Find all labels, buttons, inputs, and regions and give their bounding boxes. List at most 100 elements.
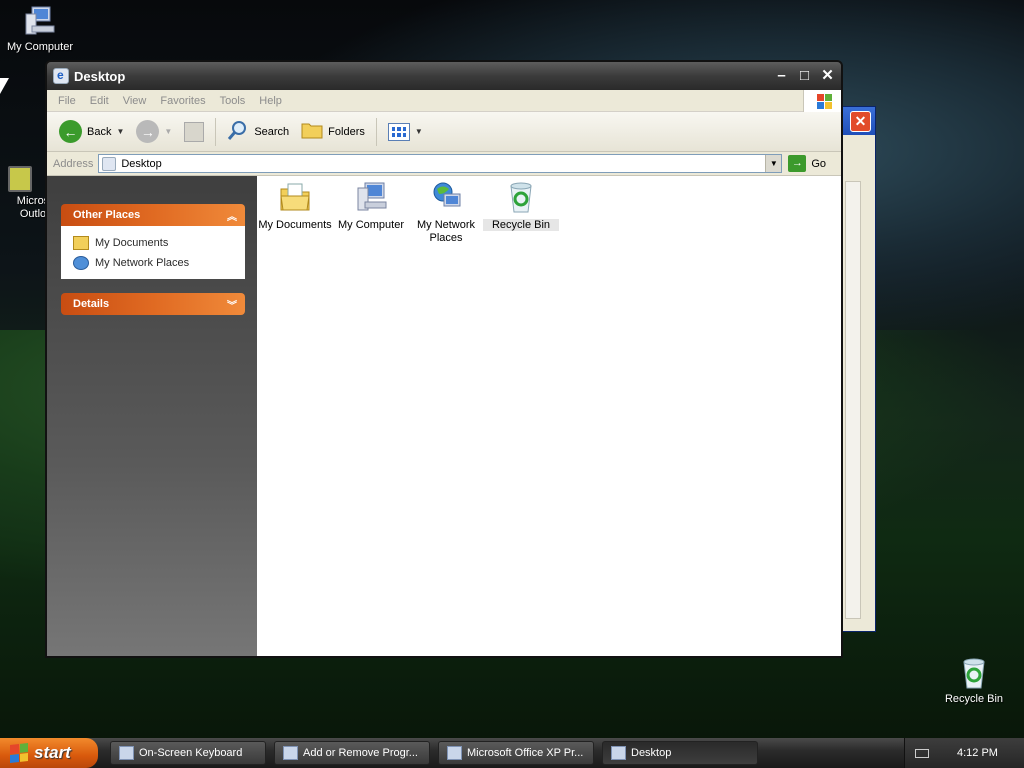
other-places-panel: My Documents My Network Places (61, 226, 245, 279)
views-button[interactable]: ▼ (384, 120, 427, 144)
menu-tools[interactable]: Tools (213, 95, 253, 107)
close-button[interactable]: ✕ (817, 66, 838, 87)
close-icon[interactable]: ✕ (850, 111, 871, 132)
keyboard-icon (119, 746, 134, 760)
desktop-icon-label: Recycle Bin (944, 693, 1004, 705)
system-tray: 4:12 PM (904, 738, 1024, 768)
desktop-icon-label: Micros Outlo (16, 195, 50, 220)
keyboard-tray-icon[interactable] (915, 748, 929, 758)
my-documents-folder-icon (278, 180, 312, 214)
start-label: start (34, 743, 71, 762)
item-my-documents[interactable]: My Documents (257, 180, 333, 231)
computer-icon (23, 4, 57, 38)
task-add-remove-programs[interactable]: Add or Remove Progr... (274, 741, 430, 765)
recycle-bin-icon (504, 180, 538, 214)
item-label: My Network Places (416, 219, 476, 244)
task-label: Desktop (631, 747, 672, 759)
background-window-titlebar[interactable]: ✕ (843, 107, 875, 135)
task-office-xp[interactable]: Microsoft Office XP Pr... (438, 741, 594, 765)
folders-label: Folders (328, 125, 365, 138)
other-places-title: Other Places (73, 209, 141, 221)
menu-file[interactable]: File (51, 95, 83, 107)
search-icon (227, 119, 249, 144)
item-recycle-bin[interactable]: Recycle Bin (483, 180, 559, 231)
background-window[interactable]: ✕ (842, 106, 876, 632)
chevron-up-icon[interactable]: ︽ (227, 208, 237, 223)
menu-edit[interactable]: Edit (83, 95, 116, 107)
address-input[interactable]: Desktop ▼ (98, 154, 783, 173)
views-icon (387, 122, 410, 141)
forward-button[interactable]: → ▼ (132, 117, 176, 146)
window-titlebar[interactable]: Desktop – □ ✕ (47, 62, 841, 90)
my-documents-icon (73, 236, 89, 250)
link-my-documents[interactable]: My Documents (73, 233, 235, 253)
task-label: On-Screen Keyboard (139, 747, 243, 759)
item-my-network-places[interactable]: My Network Places (408, 180, 484, 245)
network-places-icon (429, 180, 463, 214)
installer-icon (447, 746, 462, 760)
chevron-down-icon[interactable]: ︾ (227, 297, 237, 312)
go-button[interactable]: → Go (788, 155, 826, 172)
search-button[interactable]: Search (223, 116, 293, 147)
item-label: My Computer (337, 219, 405, 231)
clock[interactable]: 4:12 PM (957, 747, 998, 759)
ie-icon (53, 68, 69, 84)
go-label: Go (811, 157, 827, 170)
item-my-computer[interactable]: My Computer (333, 180, 409, 231)
start-button[interactable]: start (0, 738, 98, 768)
details-header[interactable]: Details ︾ (61, 293, 245, 315)
desktop-icon-outlook[interactable]: Micros Outlo (0, 166, 50, 221)
go-arrow-icon: → (788, 155, 807, 172)
network-places-icon (73, 256, 89, 270)
explorer-window[interactable]: Desktop – □ ✕ File Edit View Favorites T… (45, 60, 843, 658)
outlook-icon (8, 166, 32, 192)
desktop-icon (102, 156, 117, 171)
menu-help[interactable]: Help (252, 95, 289, 107)
window-title: Desktop (74, 68, 126, 84)
chevron-down-icon[interactable]: ▼ (116, 127, 124, 136)
desktop-icon-recycle-bin[interactable]: Recycle Bin (934, 656, 1014, 705)
chevron-down-icon[interactable]: ▼ (765, 155, 782, 172)
folder-content[interactable]: My Documents My Computer My Network Plac… (257, 176, 841, 656)
task-desktop[interactable]: Desktop (602, 741, 758, 765)
forward-arrow-icon: → (136, 120, 160, 143)
windows-flag-icon (10, 743, 28, 763)
menu-bar: File Edit View Favorites Tools Help (47, 90, 841, 112)
search-label: Search (254, 125, 290, 138)
task-on-screen-keyboard[interactable]: On-Screen Keyboard (110, 741, 266, 765)
menu-view[interactable]: View (116, 95, 154, 107)
chevron-down-icon[interactable]: ▼ (164, 127, 172, 136)
folder-up-icon (184, 121, 205, 142)
toolbar: ← Back ▼ → ▼ Search Folders ▼ (47, 112, 841, 152)
maximize-button[interactable]: □ (794, 66, 815, 87)
computer-icon (354, 180, 388, 214)
menu-favorites[interactable]: Favorites (153, 95, 212, 107)
item-label: Recycle Bin (483, 219, 559, 231)
details-title: Details (73, 298, 110, 310)
task-label: Microsoft Office XP Pr... (467, 747, 584, 759)
toolbar-separator (215, 117, 217, 146)
item-label: My Documents (258, 219, 332, 231)
windows-logo-icon (803, 90, 841, 112)
mouse-cursor (0, 78, 9, 94)
link-label: My Network Places (95, 257, 190, 269)
toolbar-separator (375, 117, 377, 146)
up-button[interactable] (180, 119, 208, 145)
desktop-icon-label: My Computer (6, 41, 74, 53)
task-label: Add or Remove Progr... (303, 747, 418, 759)
link-my-network-places[interactable]: My Network Places (73, 253, 235, 273)
back-button[interactable]: ← Back ▼ (55, 117, 128, 146)
add-remove-programs-icon (283, 746, 298, 760)
other-places-header[interactable]: Other Places ︽ (61, 204, 245, 226)
address-bar: Address Desktop ▼ → Go (47, 152, 841, 176)
chevron-down-icon[interactable]: ▼ (415, 127, 423, 136)
folders-button[interactable]: Folders (297, 117, 369, 146)
folder-icon (301, 120, 323, 143)
scrollbar[interactable] (845, 181, 861, 619)
desktop-icon-my-computer[interactable]: My Computer (0, 4, 80, 53)
taskbar: start On-Screen Keyboard Add or Remove P… (0, 738, 1024, 768)
minimize-button[interactable]: – (771, 66, 792, 87)
address-value: Desktop (121, 157, 162, 170)
address-label: Address (53, 157, 94, 170)
background-window-address (843, 155, 875, 181)
